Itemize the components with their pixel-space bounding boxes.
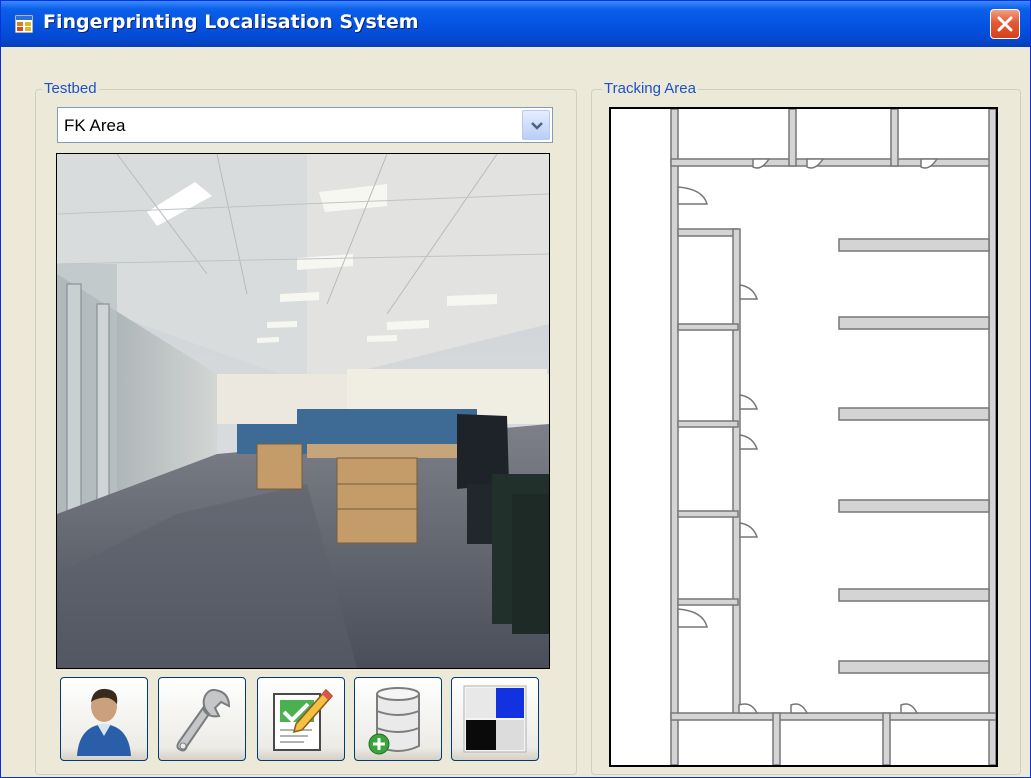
wrench-icon (176, 688, 231, 752)
title-bar[interactable]: Fingerprinting Localisation System (1, 1, 1030, 47)
testbed-select[interactable]: FK Area (57, 107, 553, 143)
database-add-icon (368, 687, 420, 755)
close-button[interactable] (990, 9, 1020, 39)
testbed-photo (56, 153, 550, 669)
edit-document-icon (273, 688, 334, 751)
window-title: Fingerprinting Localisation System (43, 11, 419, 33)
dropdown-button[interactable] (522, 110, 550, 140)
tracking-label: Tracking Area (602, 80, 698, 98)
floor-plan-map (609, 107, 998, 767)
app-icon (15, 15, 33, 33)
testbed-select-value: FK Area (64, 116, 126, 135)
database-add-button[interactable] (354, 677, 442, 761)
chevron-down-icon (531, 122, 543, 130)
edit-button[interactable] (257, 677, 345, 761)
pattern-button[interactable] (451, 677, 539, 761)
user-button[interactable] (60, 677, 148, 761)
settings-button[interactable] (158, 677, 246, 761)
user-icon (77, 688, 131, 756)
testbed-label: Testbed (42, 80, 99, 98)
close-icon (997, 16, 1013, 32)
app-window: Fingerprinting Localisation System Testb… (0, 0, 1031, 778)
checker-pattern-icon (463, 685, 527, 753)
